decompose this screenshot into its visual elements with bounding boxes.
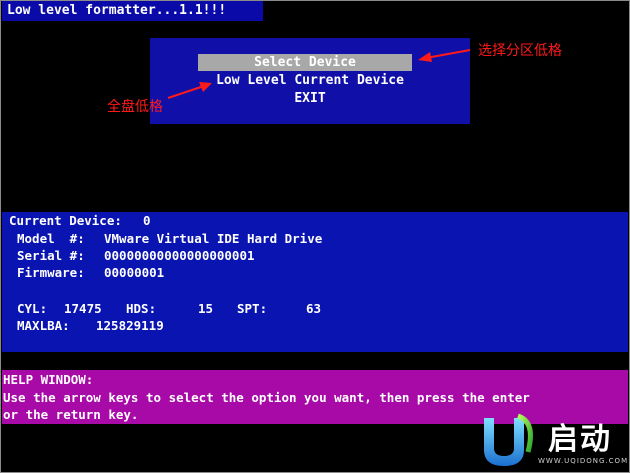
- hds-value: 15: [198, 301, 214, 316]
- spt-label: SPT:: [237, 301, 268, 316]
- maxlba-value: 125829119: [96, 318, 164, 333]
- menu-item-select-device[interactable]: Select Device: [198, 54, 412, 71]
- serial-label: Serial #:: [17, 248, 85, 263]
- cyl-value: 17475: [64, 301, 102, 316]
- model-label: Model #:: [17, 231, 85, 246]
- menu-item-exit[interactable]: EXIT: [150, 90, 470, 107]
- hds-label: HDS:: [126, 301, 157, 316]
- firmware-value: 00000001: [104, 265, 165, 280]
- logo-text: 启动: [548, 422, 612, 457]
- annotation-full-disk-format: 全盘低格: [107, 99, 163, 115]
- spt-value: 63: [306, 301, 322, 316]
- device-info-panel: Current Device: 0 Model #: VMware Virtua…: [2, 212, 628, 352]
- help-line-1: Use the arrow keys to select the option …: [3, 390, 530, 405]
- help-line-2: or the return key.: [3, 407, 139, 422]
- app-title: Low level formatter...1.1!!!: [2, 1, 263, 21]
- annotation-partition-format: 选择分区低格: [478, 43, 562, 59]
- main-menu: Select Device Low Level Current Device E…: [150, 38, 470, 124]
- current-device-value: 0: [143, 213, 151, 228]
- serial-value: 00000000000000000001: [104, 248, 255, 263]
- logo-url: WWW.UQIDONG.COM: [538, 457, 629, 465]
- firmware-label: Firmware:: [17, 265, 85, 280]
- menu-item-low-level-current-device[interactable]: Low Level Current Device: [150, 72, 470, 89]
- model-value: VMware Virtual IDE Hard Drive: [104, 231, 323, 246]
- maxlba-label: MAXLBA:: [17, 318, 70, 333]
- current-device-label: Current Device:: [9, 213, 122, 228]
- cyl-label: CYL:: [17, 301, 48, 316]
- help-title: HELP WINDOW:: [3, 372, 94, 387]
